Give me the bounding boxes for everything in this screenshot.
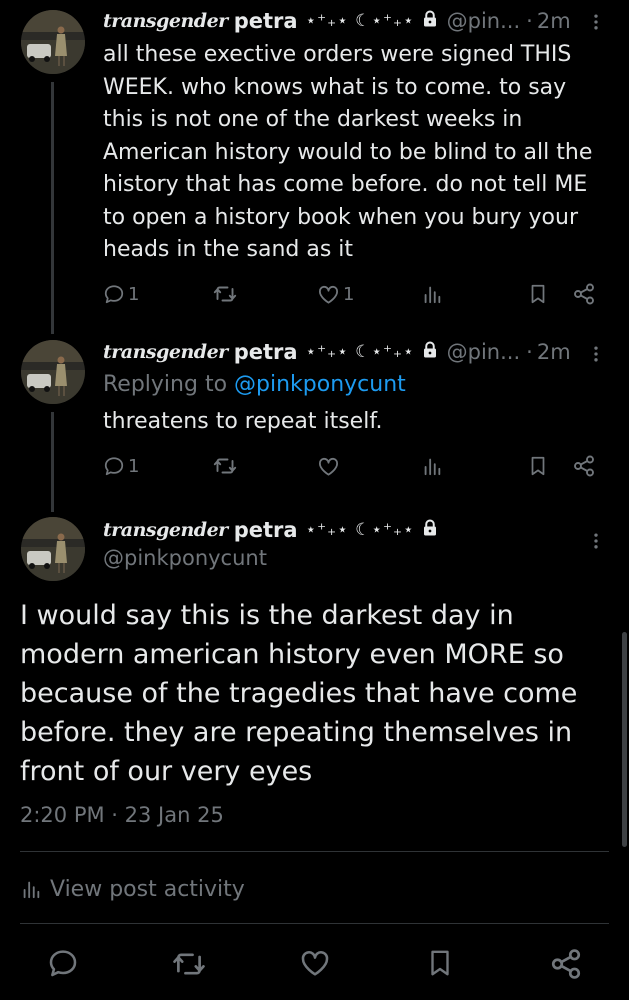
retweet-button[interactable]: [172, 947, 206, 985]
tweet-text-line: to open a history book when you bury you…: [103, 204, 578, 230]
bookmark-button[interactable]: [527, 278, 549, 310]
reply-button[interactable]: 1: [103, 278, 139, 310]
replying-to-handle[interactable]: @pinkponycunt: [234, 372, 406, 397]
tweet-text-line: because of the tragedies that have come: [20, 678, 578, 709]
replying-to: Replying to @pinkponycunt: [103, 369, 613, 402]
tweet-text-line: before. they are repeating themselves in: [20, 717, 573, 748]
like-button[interactable]: [317, 450, 340, 482]
more-icon[interactable]: [586, 529, 606, 557]
share-icon: [572, 454, 596, 478]
tweet-time[interactable]: 2m: [537, 340, 571, 364]
tweet-text-line: front of our very eyes: [20, 756, 313, 787]
retweet-icon: [213, 454, 237, 478]
replying-to-label: Replying to: [103, 372, 228, 397]
bookmark-icon: [425, 947, 455, 979]
display-name-decoration: ⋆⁺₊⋆ ☾⋆⁺₊⋆: [305, 520, 415, 540]
separator-dot: ·: [526, 340, 533, 364]
thread-line: [51, 82, 54, 334]
divider: [20, 851, 609, 852]
user-handle[interactable]: @pinkponycunt: [103, 546, 267, 570]
action-bar: 1: [103, 450, 603, 482]
views-icon: [20, 878, 42, 900]
tweet-text: all these exective orders were signed TH…: [103, 39, 613, 267]
bookmark-button[interactable]: [425, 947, 455, 983]
avatar[interactable]: [21, 340, 85, 404]
scrollbar[interactable]: [622, 632, 627, 847]
bookmark-button[interactable]: [527, 450, 549, 482]
view-post-activity-label: View post activity: [50, 876, 245, 902]
retweet-icon: [172, 947, 206, 981]
share-icon: [549, 947, 583, 981]
share-button[interactable]: [572, 450, 596, 482]
tweet-text-line: modern american history even MORE so: [20, 639, 564, 670]
tweet-text-line: all these exective orders were signed TH…: [103, 42, 572, 67]
reply-button[interactable]: 1: [103, 450, 139, 482]
avatar[interactable]: [21, 517, 85, 581]
display-name[interactable]: petra: [234, 340, 298, 364]
reply-icon: [103, 283, 125, 305]
like-count: 1: [343, 283, 355, 305]
views-button[interactable]: [421, 278, 443, 310]
main-tweet-text: I would say this is the darkest day in m…: [20, 596, 615, 791]
tweet-text-line: history that has come before. do not tel…: [103, 172, 588, 197]
views-icon: [421, 283, 443, 305]
tweet-header: transgender petra ⋆⁺₊⋆ ☾⋆⁺₊⋆ @pin... · 2…: [103, 335, 571, 369]
tweet-timestamp[interactable]: 2:20 PM · 23 Jan 25: [20, 803, 224, 827]
tweet-text-line: WEEK. who knows what is to come. to say: [103, 74, 567, 100]
lock-icon: [421, 9, 439, 34]
reply-button[interactable]: [47, 947, 79, 983]
views-icon: [421, 455, 443, 477]
display-name-script[interactable]: transgender: [103, 341, 228, 363]
more-icon[interactable]: [586, 10, 606, 38]
reply-icon: [103, 455, 125, 477]
display-name-script[interactable]: transgender: [103, 10, 228, 32]
user-handle[interactable]: @pin...: [447, 340, 521, 364]
display-name[interactable]: petra: [234, 9, 298, 33]
like-icon: [299, 947, 331, 979]
lock-icon: [421, 518, 439, 543]
bookmark-icon: [527, 455, 549, 477]
tweet-text-line: I would say this is the darkest day in: [20, 600, 514, 631]
more-icon[interactable]: [586, 342, 606, 370]
reply-icon: [47, 947, 79, 979]
action-bar: 1 1: [103, 278, 603, 310]
retweet-button[interactable]: [213, 278, 237, 310]
share-icon: [572, 282, 596, 306]
avatar[interactable]: [21, 10, 85, 74]
display-name-decoration: ⋆⁺₊⋆ ☾⋆⁺₊⋆: [305, 342, 415, 362]
retweet-button[interactable]: [213, 450, 237, 482]
like-icon: [317, 283, 340, 306]
main-action-bar: [0, 945, 629, 983]
display-name-decoration: ⋆⁺₊⋆ ☾⋆⁺₊⋆: [305, 11, 415, 31]
display-name[interactable]: petra: [234, 518, 298, 542]
bookmark-icon: [527, 283, 549, 305]
divider: [20, 923, 609, 924]
thread-line: [51, 412, 54, 512]
like-button[interactable]: [299, 947, 331, 983]
share-button[interactable]: [549, 947, 583, 985]
like-icon: [317, 455, 340, 478]
display-name-script[interactable]: transgender: [103, 519, 228, 541]
like-button[interactable]: 1: [317, 278, 354, 310]
tweet-time[interactable]: 2m: [537, 9, 571, 33]
tweet-text-line: this is not one of the darkest weeks in: [103, 107, 523, 132]
share-button[interactable]: [572, 278, 596, 310]
user-handle[interactable]: @pin...: [447, 9, 521, 33]
retweet-icon: [213, 282, 237, 306]
separator-dot: ·: [526, 9, 533, 33]
tweet-header: transgender petra ⋆⁺₊⋆ ☾⋆⁺₊⋆: [103, 513, 439, 547]
view-post-activity[interactable]: View post activity: [20, 873, 245, 905]
tweet-header: transgender petra ⋆⁺₊⋆ ☾⋆⁺₊⋆ @pin... · 2…: [103, 4, 571, 38]
reply-count: 1: [128, 455, 140, 477]
lock-icon: [421, 340, 439, 365]
reply-count: 1: [128, 283, 140, 305]
tweet-text-line: American history would to be blind to al…: [103, 139, 593, 165]
views-button[interactable]: [421, 450, 443, 482]
tweet-text: threatens to repeat itself.: [103, 409, 383, 434]
tweet-text-line: heads in the sand as it: [103, 237, 354, 262]
